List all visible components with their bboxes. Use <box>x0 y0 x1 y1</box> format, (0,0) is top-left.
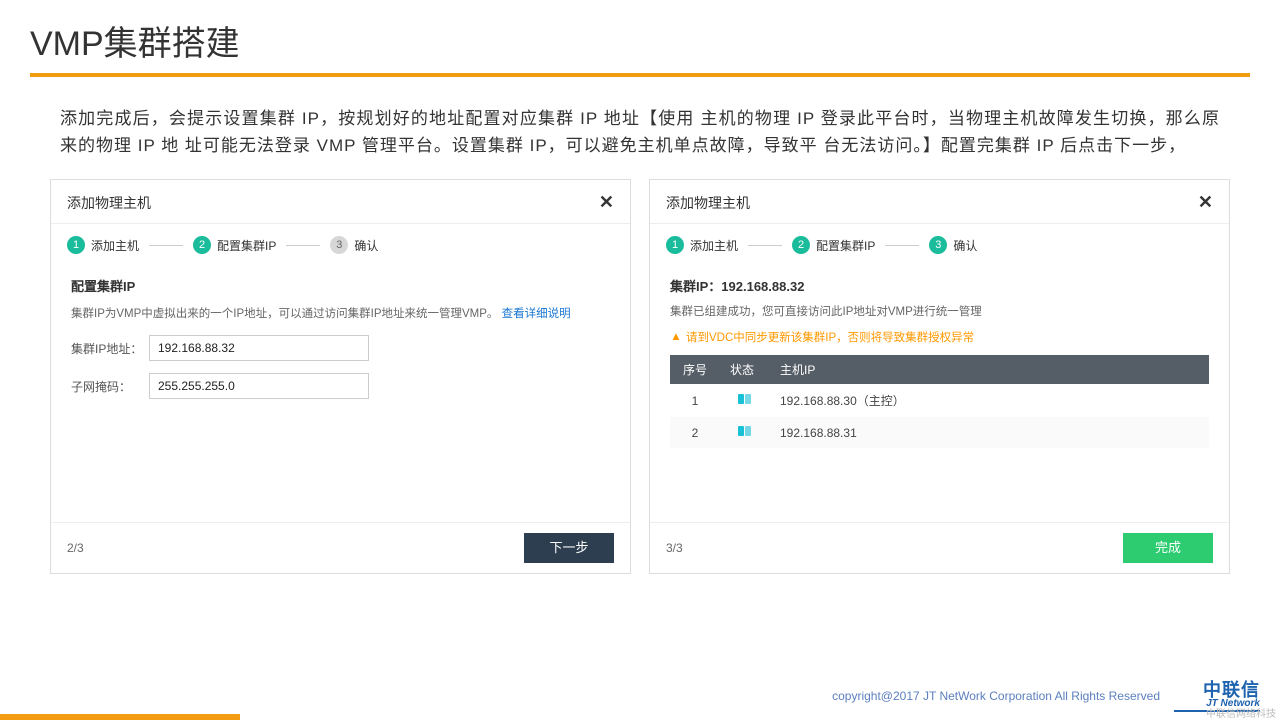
step-label: 配置集群IP <box>217 237 276 254</box>
host-table: 序号 状态 主机IP 1 192.168.88.30（主控） 2 192.168 <box>670 355 1209 448</box>
right-panel: 添加物理主机 ✕ 1 添加主机 2 配置集群IP 3 确认 集群IP：192.1… <box>649 179 1230 574</box>
brand-cn: 中联信 <box>1203 681 1260 699</box>
right-panel-footer: 3/3 完成 <box>650 522 1229 573</box>
warning-line: ▲ 请到VDC中同步更新该集群IP，否则将导致集群授权异常 <box>670 329 1209 345</box>
watermark: 中联信网络科技 <box>1206 705 1276 720</box>
finish-button[interactable]: 完成 <box>1123 533 1213 563</box>
right-step-2: 2 配置集群IP <box>792 236 875 254</box>
step-badge: 2 <box>792 236 810 254</box>
footer-accent <box>0 714 240 720</box>
right-panel-header: 添加物理主机 ✕ <box>650 180 1229 224</box>
warning-text: 请到VDC中同步更新该集群IP，否则将导致集群授权异常 <box>686 329 974 345</box>
td-state <box>720 417 770 448</box>
step-divider <box>885 245 919 246</box>
right-panel-body: 集群IP：192.168.88.32 集群已组建成功，您可直接访问此IP地址对V… <box>650 266 1229 522</box>
th-seq: 序号 <box>670 355 720 384</box>
form-row-mask: 子网掩码： <box>71 373 610 399</box>
ip-label: 集群IP地址： <box>71 340 149 357</box>
right-panel-title: 添加物理主机 <box>666 193 750 213</box>
step-label: 配置集群IP <box>816 237 875 254</box>
step-divider <box>149 245 183 246</box>
left-panel-title: 添加物理主机 <box>67 193 151 213</box>
step-badge: 1 <box>67 236 85 254</box>
copyright: copyright@2017 JT NetWork Corporation Al… <box>832 689 1160 703</box>
table-row: 2 192.168.88.31 <box>670 417 1209 448</box>
cluster-ip-input[interactable] <box>149 335 369 361</box>
right-step-3: 3 确认 <box>929 236 977 254</box>
step-badge: 3 <box>330 236 348 254</box>
left-step-2: 2 配置集群IP <box>193 236 276 254</box>
step-divider <box>286 245 320 246</box>
right-step-1: 1 添加主机 <box>666 236 738 254</box>
left-panel-header: 添加物理主机 ✕ <box>51 180 630 224</box>
step-label: 添加主机 <box>91 237 139 254</box>
table-row: 1 192.168.88.30（主控） <box>670 384 1209 417</box>
td-seq: 1 <box>670 384 720 417</box>
cluster-ip-title: 集群IP：192.168.88.32 <box>670 276 1209 295</box>
left-panel: 添加物理主机 ✕ 1 添加主机 2 配置集群IP 3 确认 配置集群IP 集群I… <box>50 179 631 574</box>
page-indicator: 2/3 <box>67 541 84 555</box>
form-row-ip: 集群IP地址： <box>71 335 610 361</box>
host-status-icon <box>738 393 752 405</box>
left-step-1: 1 添加主机 <box>67 236 139 254</box>
mask-label: 子网掩码： <box>71 378 149 395</box>
td-state <box>720 384 770 417</box>
section-title: 配置集群IP <box>71 276 610 295</box>
warning-icon: ▲ <box>670 331 682 343</box>
section-desc: 集群IP为VMP中虚拟出来的一个IP地址，可以通过访问集群IP地址来统一管理VM… <box>71 305 610 321</box>
desc-text: 集群IP为VMP中虚拟出来的一个IP地址，可以通过访问集群IP地址来统一管理VM… <box>71 308 498 320</box>
close-icon[interactable]: ✕ <box>1198 192 1213 213</box>
host-status-icon <box>738 425 752 437</box>
left-panel-footer: 2/3 下一步 <box>51 522 630 573</box>
left-step-3: 3 确认 <box>330 236 378 254</box>
page-title: VMP集群搭建 <box>0 0 1280 71</box>
desc-link[interactable]: 查看详细说明 <box>502 308 571 320</box>
th-hostip: 主机IP <box>770 355 1209 384</box>
td-seq: 2 <box>670 417 720 448</box>
th-state: 状态 <box>720 355 770 384</box>
cluster-desc: 集群已组建成功，您可直接访问此IP地址对VMP进行统一管理 <box>670 303 1209 319</box>
step-badge: 3 <box>929 236 947 254</box>
right-stepper: 1 添加主机 2 配置集群IP 3 确认 <box>650 224 1229 266</box>
step-label: 添加主机 <box>690 237 738 254</box>
next-button[interactable]: 下一步 <box>524 533 614 563</box>
step-badge: 1 <box>666 236 684 254</box>
subnet-mask-input[interactable] <box>149 373 369 399</box>
td-hostip: 192.168.88.30（主控） <box>770 384 1209 417</box>
left-stepper: 1 添加主机 2 配置集群IP 3 确认 <box>51 224 630 266</box>
panels-row: 添加物理主机 ✕ 1 添加主机 2 配置集群IP 3 确认 配置集群IP 集群I… <box>0 179 1280 574</box>
step-label: 确认 <box>354 237 378 254</box>
step-label: 确认 <box>953 237 977 254</box>
page-indicator: 3/3 <box>666 541 683 555</box>
step-divider <box>748 245 782 246</box>
left-panel-body: 配置集群IP 集群IP为VMP中虚拟出来的一个IP地址，可以通过访问集群IP地址… <box>51 266 630 522</box>
td-hostip: 192.168.88.31 <box>770 417 1209 448</box>
footer: copyright@2017 JT NetWork Corporation Al… <box>0 672 1280 720</box>
close-icon[interactable]: ✕ <box>599 192 614 213</box>
step-badge: 2 <box>193 236 211 254</box>
intro-paragraph: 添加完成后，会提示设置集群 IP，按规划好的地址配置对应集群 IP 地址【使用 … <box>0 77 1280 179</box>
